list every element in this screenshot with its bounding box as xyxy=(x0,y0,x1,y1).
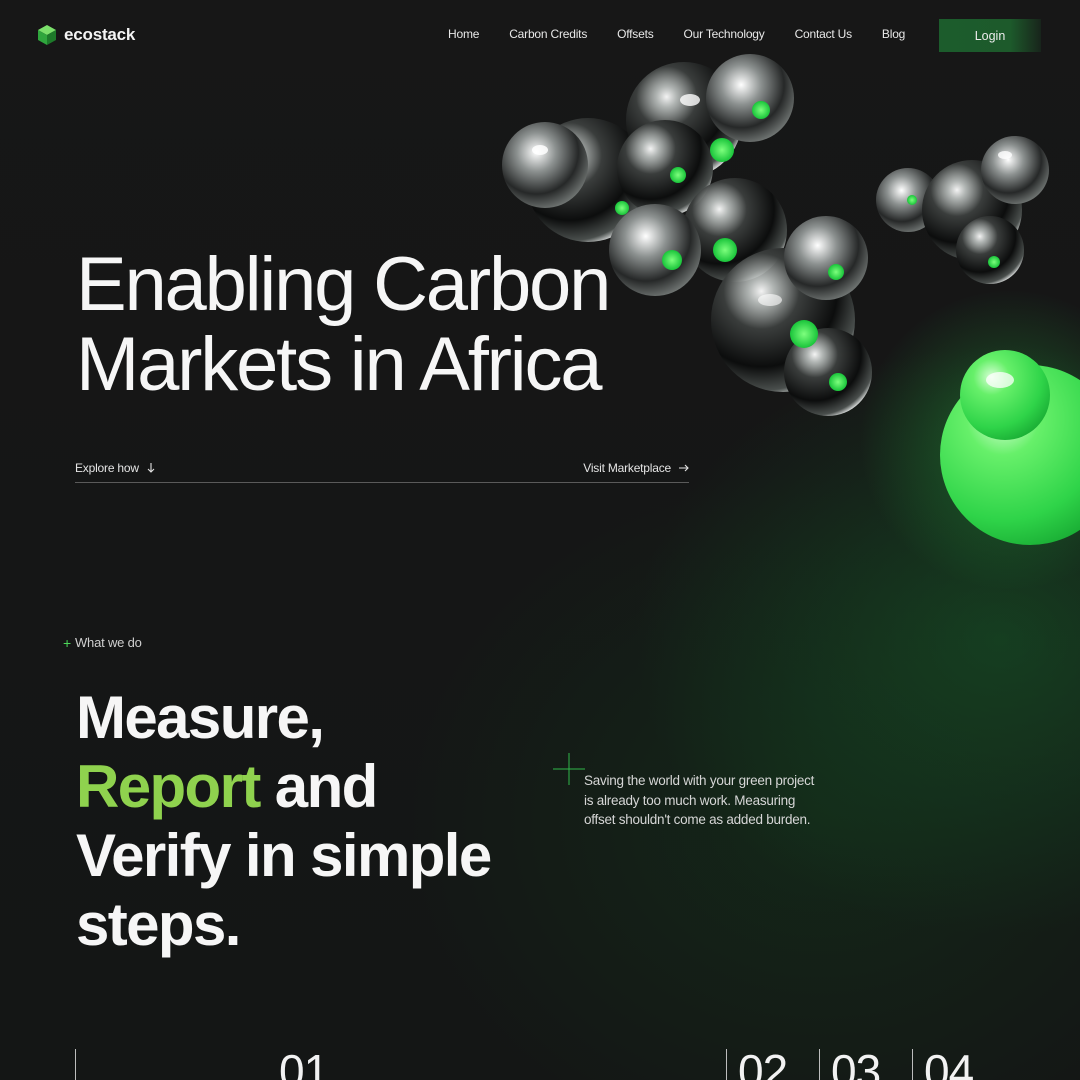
step-divider xyxy=(726,1049,727,1080)
nav-item-carbon-credits[interactable]: Carbon Credits xyxy=(509,27,587,41)
visit-marketplace-label: Visit Marketplace xyxy=(583,461,671,475)
section-blurb: Saving the world with your green project… xyxy=(584,773,815,827)
landing-page: ecostack Home Carbon Credits Offsets Our… xyxy=(0,0,1080,1080)
step-divider xyxy=(75,1049,76,1080)
heading-accent: Report xyxy=(76,753,261,820)
explore-how-label: Explore how xyxy=(75,461,139,475)
heading-line-4: steps. xyxy=(76,891,241,958)
main-nav: Home Carbon Credits Offsets Our Technolo… xyxy=(448,27,905,41)
heading-line-3: Verify in simple xyxy=(76,822,492,889)
step-number-02[interactable]: 02 xyxy=(738,1046,788,1080)
what-we-do-label: What we do xyxy=(74,635,142,650)
login-button[interactable]: Login xyxy=(939,19,1041,52)
heading-part-1: Measure, xyxy=(76,684,325,751)
step-number-01[interactable]: 01 xyxy=(279,1046,329,1080)
brand-name: ecostack xyxy=(64,25,136,44)
hero-title-line-2: Markets in Africa xyxy=(76,322,603,407)
what-we-do-tag: + What we do xyxy=(63,635,142,650)
nav-item-home[interactable]: Home xyxy=(448,27,479,41)
visit-marketplace-link[interactable]: Visit Marketplace xyxy=(583,461,689,475)
hero-links-bar: Explore how Visit Marketplace xyxy=(75,460,689,483)
arrow-right-icon xyxy=(679,464,689,472)
nav-item-blog[interactable]: Blog xyxy=(882,27,905,41)
plus-icon: + xyxy=(63,634,71,651)
logo[interactable]: ecostack xyxy=(37,24,135,46)
nav-item-offsets[interactable]: Offsets xyxy=(617,27,654,41)
crosshair-icon xyxy=(553,753,585,785)
step-number-03[interactable]: 03 xyxy=(831,1046,881,1080)
nav-item-contact-us[interactable]: Contact Us xyxy=(795,27,853,41)
hero-title-line-1: Enabling Carbon xyxy=(76,242,611,327)
cube-logo-icon xyxy=(38,25,56,45)
step-divider xyxy=(819,1049,820,1080)
heading-part-2: and xyxy=(259,753,378,820)
hero-title: Enabling Carbon Markets in Africa xyxy=(76,242,611,407)
explore-how-link[interactable]: Explore how xyxy=(75,461,155,475)
step-divider xyxy=(912,1049,913,1080)
arrow-down-icon xyxy=(147,463,155,473)
section-heading: Measure, Report and Verify in simple ste… xyxy=(76,683,492,959)
nav-item-our-technology[interactable]: Our Technology xyxy=(684,27,765,41)
step-number-04[interactable]: 04 xyxy=(924,1046,974,1080)
